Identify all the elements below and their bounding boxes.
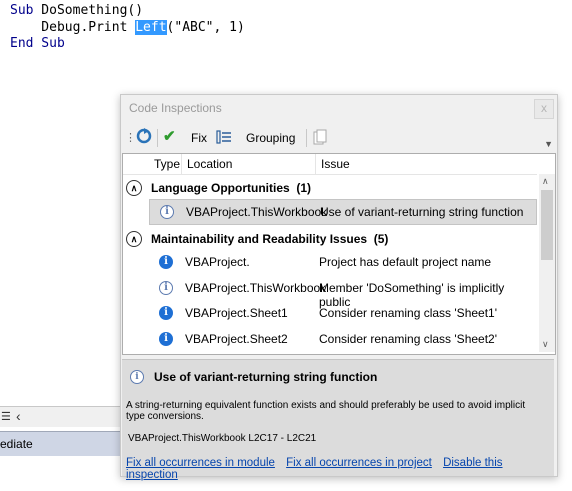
fix-links: Fix all occurrences in module Fix all oc… xyxy=(126,457,554,481)
vertical-scrollbar[interactable]: ∧ ∨ xyxy=(539,174,555,352)
table-row[interactable]: i VBAProject.Sheet1 Consider renaming cl… xyxy=(149,301,537,325)
scroll-up-icon[interactable]: ∧ xyxy=(542,176,549,187)
close-button[interactable]: x xyxy=(534,99,554,119)
scroll-down-icon[interactable]: ∨ xyxy=(542,339,549,350)
collapse-icon[interactable]: ∧ xyxy=(126,180,142,196)
table-row[interactable]: i VBAProject.ThisWorkbook Use of variant… xyxy=(149,199,537,225)
toolbar-overflow-icon[interactable]: ▼ xyxy=(544,139,553,149)
group-name: Maintainability and Readability Issues xyxy=(151,232,368,246)
row-location: VBAProject.ThisWorkbook xyxy=(186,205,328,219)
row-issue: Project has default project name xyxy=(319,255,492,269)
fix-check-icon[interactable]: ✔ xyxy=(163,127,176,145)
immediate-window-titlebar[interactable]: ediate xyxy=(0,431,125,456)
column-header-location[interactable]: Location xyxy=(187,157,232,171)
immediate-window-label: ediate xyxy=(0,437,33,451)
column-divider xyxy=(181,154,182,174)
immediate-window-body[interactable] xyxy=(0,456,125,491)
column-header-type[interactable]: Type xyxy=(154,157,180,171)
detail-location: VBAProject.ThisWorkbook L2C17 - L2C21 xyxy=(128,433,317,444)
info-icon: i xyxy=(159,332,173,346)
code-line-1: DoSomething() xyxy=(33,3,144,18)
code-line-2: Debug.Print xyxy=(10,19,136,35)
row-location: VBAProject.Sheet1 xyxy=(185,306,288,320)
editor-bottom-strip: ☰ ‹ xyxy=(0,406,125,427)
fix-button[interactable]: Fix xyxy=(191,131,207,145)
window-title: Code Inspections xyxy=(129,101,222,115)
toolbar-separator xyxy=(157,129,158,147)
column-header-issue[interactable]: Issue xyxy=(321,157,350,171)
scrollbar-thumb[interactable] xyxy=(541,190,553,260)
row-location: VBAProject.Sheet2 xyxy=(185,332,288,346)
row-location: VBAProject.ThisWorkbook xyxy=(185,281,327,295)
info-icon: i xyxy=(159,281,173,295)
group-label: Maintainability and Readability Issues (… xyxy=(151,232,388,246)
group-name: Language Opportunities xyxy=(151,181,290,195)
row-issue: Consider renaming class 'Sheet1' xyxy=(319,306,498,320)
toolbar: ⋮ ✔ Fix Grouping ▼ xyxy=(121,123,557,153)
detail-title: Use of variant-returning string function xyxy=(154,370,378,384)
scroll-left-icon[interactable]: ‹ xyxy=(16,408,21,424)
info-icon: i xyxy=(130,370,144,384)
code-editor[interactable]: Sub DoSomething() Debug.Print Left("ABC"… xyxy=(10,3,245,53)
collapse-icon[interactable]: ∧ xyxy=(126,231,142,247)
info-icon: i xyxy=(160,205,174,219)
table-row[interactable]: i VBAProject. Project has default projec… xyxy=(149,250,537,274)
grouping-icon[interactable] xyxy=(216,129,232,145)
refresh-icon[interactable] xyxy=(135,127,153,145)
group-count: (1) xyxy=(296,181,312,195)
table-row[interactable]: i VBAProject.ThisWorkbook Member 'DoSome… xyxy=(149,276,537,309)
fix-in-project-link[interactable]: Fix all occurrences in project xyxy=(286,457,432,469)
view-toggle-icon[interactable]: ☰ xyxy=(1,410,11,423)
fix-in-module-link[interactable]: Fix all occurrences in module xyxy=(126,457,275,469)
copy-icon[interactable] xyxy=(313,129,327,145)
column-divider xyxy=(315,154,316,174)
group-header-maintainability[interactable]: ∧ Maintainability and Readability Issues… xyxy=(123,227,537,251)
group-count: (5) xyxy=(373,232,389,246)
row-issue: Consider renaming class 'Sheet2' xyxy=(319,332,498,346)
keyword-sub: Sub xyxy=(10,3,34,18)
inspection-detail-panel: i Use of variant-returning string functi… xyxy=(122,359,554,481)
keyword-end-sub: End Sub xyxy=(10,36,65,51)
table-row[interactable]: i VBAProject.Sheet2 Consider renaming cl… xyxy=(149,327,537,351)
group-header-language-opportunities[interactable]: ∧ Language Opportunities (1) xyxy=(123,176,537,200)
code-inspections-window: Code Inspections x ⋮ ✔ Fix Grouping ▼ Ty… xyxy=(120,94,558,481)
group-label: Language Opportunities (1) xyxy=(151,181,311,195)
selected-text: Left xyxy=(135,19,167,35)
info-icon: i xyxy=(159,255,173,269)
detail-description: A string-returning equivalent function e… xyxy=(126,400,526,422)
row-location: VBAProject. xyxy=(185,255,250,269)
grid-header: Type Location Issue xyxy=(123,154,537,175)
grouping-button[interactable]: Grouping xyxy=(246,131,295,145)
code-line-2-args: ("ABC", 1) xyxy=(166,19,245,35)
toolbar-separator xyxy=(306,129,307,147)
info-icon: i xyxy=(159,306,173,320)
row-issue: Use of variant-returning string function xyxy=(320,205,524,219)
inspection-results-grid[interactable]: Type Location Issue ∧ Language Opportuni… xyxy=(122,153,556,355)
